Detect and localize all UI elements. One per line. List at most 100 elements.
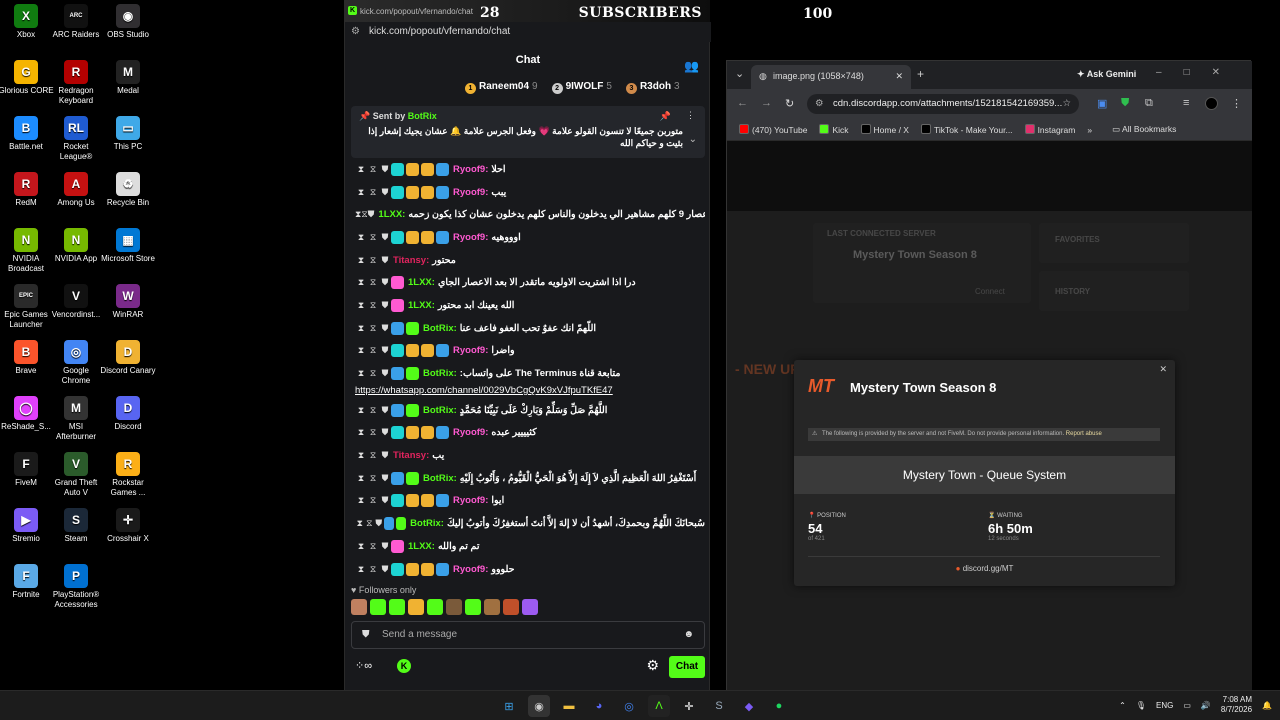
chat-username[interactable]: Ryoof9:: [453, 232, 488, 243]
shield-icon[interactable]: ⛊: [379, 368, 391, 379]
report-abuse-link[interactable]: Report abuse: [1066, 431, 1102, 437]
media-icon[interactable]: ≡: [1183, 97, 1189, 109]
emote-icon[interactable]: [351, 599, 367, 615]
chat-message[interactable]: ⧗ ⧖ ⛊ Titansy: يب: [355, 444, 705, 467]
desktop-icon[interactable]: EPIC Epic Games Launcher: [0, 284, 54, 330]
points-icon[interactable]: ⁘∞: [355, 659, 372, 672]
desktop-icon[interactable]: S Steam: [48, 508, 104, 544]
chat-username[interactable]: Ryoof9:: [453, 187, 488, 198]
shield-icon[interactable]: ⛊: [379, 405, 391, 416]
timeout-icon[interactable]: ⧗: [355, 232, 367, 243]
desktop-icon[interactable]: V Grand Theft Auto V: [48, 452, 104, 498]
desktop-icon[interactable]: M Medal: [100, 60, 156, 96]
desktop-icon[interactable]: R Redragon Keyboard: [48, 60, 104, 106]
pinned-message[interactable]: 📌 Sent by BotRix متوربن جميعًا لا تنسون …: [351, 106, 705, 158]
desktop-icon[interactable]: N NVIDIA App: [48, 228, 104, 264]
timeout-icon[interactable]: ⧗: [355, 427, 367, 438]
url-bar[interactable]: ⚙ cdn.discordapp.com/attachments/1521815…: [807, 94, 1079, 114]
shield-icon[interactable]: ⛊: [374, 518, 384, 529]
language-indicator[interactable]: ENG: [1156, 701, 1173, 710]
desktop-icon[interactable]: ◎ Google Chrome: [48, 340, 104, 386]
timeout-icon[interactable]: ⧗: [355, 345, 367, 356]
desktop-icon[interactable]: B Brave: [0, 340, 54, 376]
timeout-icon[interactable]: ⧗: [355, 564, 367, 575]
emote-icon[interactable]: [427, 599, 443, 615]
ban-icon[interactable]: ⧖: [367, 405, 379, 416]
desktop-icon[interactable]: ◯ ReShade_S...: [0, 396, 54, 432]
back-icon[interactable]: ←: [737, 97, 748, 109]
shield-icon[interactable]: ⛊: [379, 495, 391, 506]
ban-icon[interactable]: ⧖: [367, 450, 379, 461]
emote-icon[interactable]: [503, 599, 519, 615]
emote-icon[interactable]: [522, 599, 538, 615]
desktop-icon[interactable]: F FiveM: [0, 452, 54, 488]
bookmark-item[interactable]: Home / X: [860, 124, 909, 135]
chat-message[interactable]: ⧗ ⧖ ⛊ Ryoof9: حلووو: [355, 558, 705, 581]
desktop-icon[interactable]: B Battle.net: [0, 116, 54, 152]
timeout-icon[interactable]: ⧗: [355, 187, 367, 198]
chat-username[interactable]: BotRix:: [423, 323, 457, 334]
timeout-icon[interactable]: ⧗: [355, 518, 365, 529]
file-explorer-icon[interactable]: ▬: [558, 695, 580, 717]
site-info-icon[interactable]: ⚙: [815, 94, 824, 114]
emote-icon[interactable]: [446, 599, 462, 615]
desktop-icon[interactable]: F Fortnite: [0, 564, 54, 600]
chat-send-button[interactable]: Chat: [669, 656, 705, 678]
chat-message[interactable]: ⧗⧖⛊1LXX:اعصار 9 كلهم مشاهير الي يدخلون و…: [355, 203, 705, 226]
shield-icon[interactable]: ⛊: [379, 345, 391, 356]
spotify-taskbar-icon[interactable]: ●: [768, 695, 790, 717]
timeout-icon[interactable]: ⧗: [355, 277, 367, 288]
star-icon[interactable]: ☆: [1062, 94, 1071, 114]
network-icon[interactable]: ▭: [1183, 701, 1191, 710]
ban-icon[interactable]: ⧖: [367, 473, 379, 484]
chat-message[interactable]: ⧗ ⧖ ⛊ Ryoof9: اوووهيه: [355, 226, 705, 249]
ban-icon[interactable]: ⧖: [367, 495, 379, 506]
timeout-icon[interactable]: ⧗: [355, 255, 367, 266]
chat-username[interactable]: BotRix:: [423, 405, 457, 416]
desktop-icon[interactable]: A Among Us: [48, 172, 104, 208]
shield-icon[interactable]: ⛊: [379, 564, 391, 575]
desktop-icon[interactable]: N NVIDIA Broadcast: [0, 228, 54, 274]
desktop-icon[interactable]: RL Rocket League®: [48, 116, 104, 162]
timeout-icon[interactable]: ⧗: [355, 541, 367, 552]
ban-icon[interactable]: ⧖: [367, 564, 379, 575]
start-icon[interactable]: ⊞: [498, 695, 520, 717]
discord-link[interactable]: ● discord.gg/MT: [794, 564, 1175, 573]
discord-taskbar-icon[interactable]: ◕: [588, 695, 610, 717]
chat-message[interactable]: ⧗ ⧖ ⛊ Ryoof9: واضرا: [355, 340, 705, 363]
tab-search-icon[interactable]: ⌄: [735, 67, 744, 80]
more-icon[interactable]: ⋮: [686, 110, 695, 121]
shield-icon[interactable]: ⛊: [379, 187, 391, 198]
clock[interactable]: 7:08 AM 8/7/2026: [1221, 695, 1252, 715]
timeout-icon[interactable]: ⧗: [355, 450, 367, 461]
desktop-icon[interactable]: W WinRAR: [100, 284, 156, 320]
chat-username[interactable]: Titansy:: [393, 450, 429, 461]
close-icon[interactable]: ✕: [1159, 364, 1167, 375]
chrome-taskbar-icon[interactable]: ◎: [618, 695, 640, 717]
volume-icon[interactable]: 🔊: [1201, 701, 1211, 710]
new-tab-button[interactable]: +: [917, 67, 924, 81]
chat-message[interactable]: ⧗ ⧖ ⛊ BotRix: اللَّهُمَّ صَلِّ وَسَلِّمْ وَب…: [355, 399, 705, 422]
address-bar[interactable]: ⚙ kick.com/popout/vfernando/chat: [345, 22, 711, 42]
ban-icon[interactable]: ⧖: [367, 232, 379, 243]
chat-username[interactable]: Titansy:: [393, 255, 429, 266]
all-bookmarks[interactable]: ▭ All Bookmarks: [1112, 124, 1176, 135]
message-input[interactable]: ⛊ Send a message ☻: [351, 621, 705, 649]
chat-username[interactable]: 1LXX:: [378, 209, 405, 220]
timeout-icon[interactable]: ⧗: [355, 473, 367, 484]
chat-message[interactable]: ⧗ ⧖ ⛊ Ryoof9: احلا: [355, 158, 705, 181]
ban-icon[interactable]: ⧖: [367, 255, 379, 266]
bookmark-item[interactable]: Kick: [819, 124, 849, 135]
shield-icon[interactable]: ⛊: [379, 255, 391, 266]
chat-message[interactable]: ⧗ ⧖ ⛊ Titansy: محتور: [355, 249, 705, 272]
ban-icon[interactable]: ⧖: [367, 164, 379, 175]
ban-icon[interactable]: ⧖: [365, 518, 375, 529]
emoji-icon[interactable]: ☻: [683, 622, 694, 648]
window-controls[interactable]: –□✕: [1156, 67, 1242, 78]
desktop-icon[interactable]: ▦ Microsoft Store: [100, 228, 156, 264]
shield-icon[interactable]: ⛊: [379, 277, 391, 288]
leaderboard-entry[interactable]: 2 9IWOLF 5: [551, 81, 612, 94]
chat-username[interactable]: BotRix:: [423, 473, 457, 484]
desktop-icon[interactable]: R RedM: [0, 172, 54, 208]
chat-username[interactable]: Ryoof9:: [453, 495, 488, 506]
